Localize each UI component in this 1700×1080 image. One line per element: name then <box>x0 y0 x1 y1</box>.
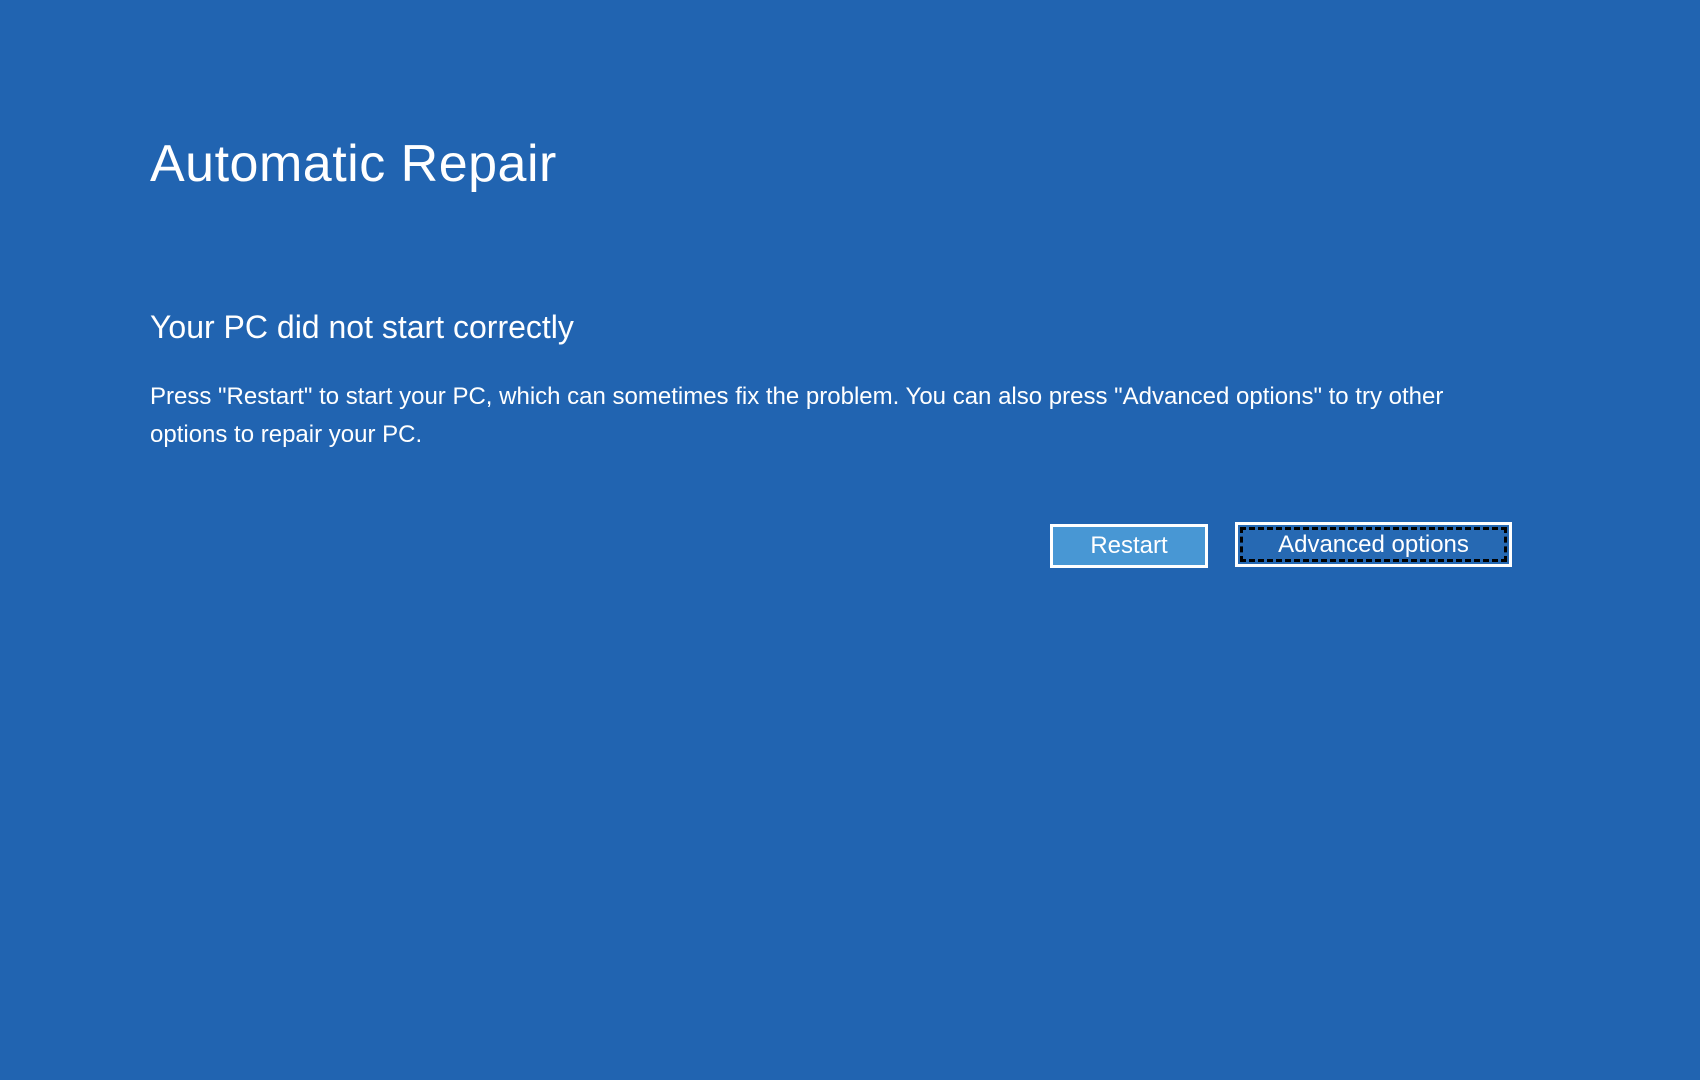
automatic-repair-screen: Automatic Repair Your PC did not start c… <box>0 0 1700 1080</box>
status-heading: Your PC did not start correctly <box>150 310 574 345</box>
restart-button[interactable]: Restart <box>1050 524 1208 568</box>
advanced-options-button[interactable]: Advanced options <box>1235 522 1512 567</box>
page-title: Automatic Repair <box>150 136 557 193</box>
status-description: Press "Restart" to start your PC, which … <box>150 378 1515 454</box>
advanced-options-label: Advanced options <box>1278 531 1469 559</box>
